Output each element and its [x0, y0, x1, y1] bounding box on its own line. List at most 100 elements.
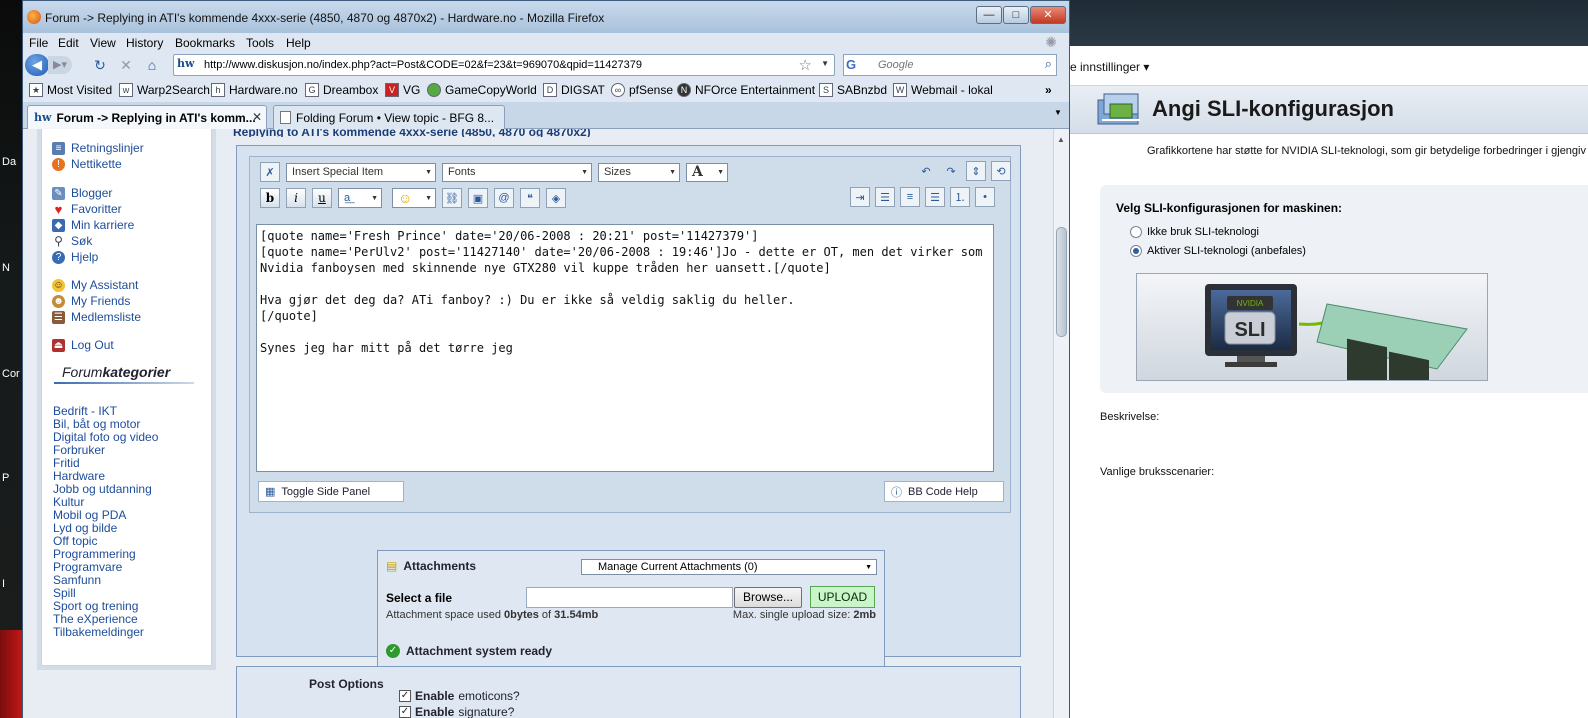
upload-button[interactable]: UPLOAD — [810, 586, 875, 608]
category-link[interactable]: Digital foto og video — [53, 430, 158, 444]
menu-history[interactable]: History — [126, 36, 163, 50]
radio-button[interactable] — [1130, 245, 1142, 257]
stop-icon[interactable]: ✕ — [117, 56, 135, 74]
align-left-icon[interactable]: ☰ — [875, 187, 895, 207]
category-link[interactable]: Sport og trening — [53, 599, 138, 613]
category-link[interactable]: Bedrift - IKT — [53, 404, 117, 418]
back-button[interactable]: ◀ — [25, 54, 49, 76]
minimize-button[interactable]: — — [976, 6, 1002, 24]
category-link[interactable]: The eXperience — [53, 612, 138, 626]
enable-signature-option[interactable]: ✓ Enable signature? — [399, 705, 514, 718]
enable-emoticons-option[interactable]: ✓ Enable emoticons? — [399, 689, 520, 703]
radio-button[interactable] — [1130, 226, 1142, 238]
checkbox[interactable]: ✓ — [399, 706, 411, 718]
menu-file[interactable]: File — [29, 36, 48, 50]
toggle-side-panel-button[interactable]: ▦ Toggle Side Panel — [258, 481, 404, 502]
nvidia-settings-menu[interactable]: e innstillinger ▾ — [1070, 60, 1149, 74]
special-chars-icon[interactable]: ✗ — [260, 162, 280, 182]
tab-forum[interactable]: hw Forum -> Replying in ATI's komm... ✕ — [27, 105, 267, 129]
sidebar-item-sok[interactable]: ⚲ Søk — [52, 234, 92, 248]
search-box[interactable]: G ⌕ — [843, 54, 1057, 76]
search-engine-icon[interactable]: G — [846, 57, 872, 73]
emoticon-select[interactable]: ☺ ▼ — [392, 188, 436, 208]
close-button[interactable]: ✕ — [1030, 6, 1066, 24]
category-link[interactable]: Spill — [53, 586, 76, 600]
tab-close-icon[interactable]: ✕ — [252, 110, 262, 124]
redo-icon[interactable]: ↷ — [941, 161, 961, 181]
category-link[interactable]: Hardware — [53, 469, 105, 483]
sli-option-enable[interactable]: Aktiver SLI-teknologi (anbefales) — [1130, 245, 1306, 257]
category-link[interactable]: Fritid — [53, 456, 80, 470]
home-icon[interactable]: ⌂ — [143, 56, 161, 74]
category-link[interactable]: Jobb og utdanning — [53, 482, 152, 496]
desktop-icon-label[interactable]: I — [2, 578, 5, 590]
bookmark-dreambox[interactable]: G Dreambox — [305, 83, 378, 97]
url-bar[interactable]: hw http://www.diskusjon.no/index.php?act… — [173, 54, 835, 76]
menu-help[interactable]: Help — [286, 36, 311, 50]
forward-button[interactable]: ▶▾ — [48, 56, 72, 74]
menu-tools[interactable]: Tools — [246, 36, 274, 50]
desktop-icon-label[interactable]: N — [2, 262, 10, 274]
insert-special-item-select[interactable]: Insert Special Item ▼ — [286, 162, 436, 182]
bookmark-nforce[interactable]: N NFOrce Entertainment — [677, 83, 815, 97]
search-icon[interactable]: ⌕ — [1045, 56, 1052, 72]
insert-email-icon[interactable]: @ — [494, 188, 514, 208]
sidebar-item-my-friends[interactable]: ☻ My Friends — [52, 294, 130, 308]
desktop-icon-label[interactable]: Da — [2, 156, 16, 168]
scroll-up-icon[interactable]: ▲ — [1057, 135, 1065, 144]
align-center-icon[interactable]: ≡ — [900, 187, 920, 207]
italic-button[interactable]: i — [286, 188, 306, 208]
resize-icon[interactable]: ⇕ — [966, 161, 986, 181]
checkbox[interactable]: ✓ — [399, 690, 411, 702]
numbered-list-icon[interactable]: ⒈ — [950, 187, 970, 207]
insert-image-icon[interactable]: ▣ — [468, 188, 488, 208]
bookmark-pfsense[interactable]: ∞ pfSense — [611, 83, 673, 97]
post-textarea[interactable]: [quote name='Fresh Prince' date='20/06-2… — [256, 224, 994, 472]
scroll-thumb[interactable] — [1056, 227, 1067, 337]
indent-icon[interactable]: ⇥ — [850, 187, 870, 207]
bold-button[interactable]: b — [260, 188, 280, 208]
file-path-input[interactable] — [526, 587, 733, 608]
maximize-button[interactable]: □ — [1003, 6, 1029, 24]
category-link[interactable]: Forbruker — [53, 443, 105, 457]
menu-bookmarks[interactable]: Bookmarks — [175, 36, 235, 50]
category-link[interactable]: Bil, båt og motor — [53, 417, 140, 431]
category-link[interactable]: Lyd og bilde — [53, 521, 117, 535]
menu-edit[interactable]: Edit — [58, 36, 79, 50]
fonts-select[interactable]: Fonts ▼ — [442, 162, 592, 182]
page-scrollbar[interactable]: ▲ — [1053, 129, 1069, 718]
font-color-select[interactable]: A ▼ — [686, 162, 728, 182]
sidebar-item-blogger[interactable]: ✎ Blogger — [52, 186, 112, 200]
sidebar-item-retningslinjer[interactable]: ≡ Retningslinjer — [52, 141, 144, 155]
search-input[interactable] — [878, 59, 1018, 71]
sidebar-item-favoritter[interactable]: ♥ Favoritter — [52, 202, 122, 216]
bb-code-help-button[interactable]: ⓘ BB Code Help — [884, 481, 1004, 502]
tab-folding-forum[interactable]: Folding Forum • View topic - BFG 8... — [273, 105, 505, 129]
insert-code-icon[interactable]: ◈ — [546, 188, 566, 208]
bookmark-webmail[interactable]: W Webmail - lokal — [893, 83, 993, 97]
sidebar-item-min-karriere[interactable]: ◆ Min karriere — [52, 218, 134, 232]
underline-button[interactable]: u — [312, 188, 332, 208]
bookmark-warp2search[interactable]: w Warp2Search — [119, 83, 210, 97]
text-effects-select[interactable]: a͟ ▼ — [338, 188, 382, 208]
undo-icon[interactable]: ↶ — [916, 161, 936, 181]
sidebar-item-nettikette[interactable]: ! Nettikette — [52, 157, 122, 171]
align-right-icon[interactable]: ☰ — [925, 187, 945, 207]
sidebar-item-medlemsliste[interactable]: ☰ Medlemsliste — [52, 310, 141, 324]
bookmark-star-icon[interactable]: ☆ — [799, 56, 812, 74]
category-link[interactable]: Off topic — [53, 534, 97, 548]
bookmark-vg[interactable]: V VG — [385, 83, 420, 97]
url-text[interactable]: http://www.diskusjon.no/index.php?act=Po… — [204, 59, 642, 71]
category-link[interactable]: Programvare — [53, 560, 122, 574]
category-link[interactable]: Kultur — [53, 495, 84, 509]
bookmark-gamecopyworld[interactable]: GameCopyWorld — [427, 83, 537, 97]
sli-option-disable[interactable]: Ikke bruk SLI-teknologi — [1130, 226, 1259, 238]
browse-button[interactable]: Browse... — [734, 587, 802, 608]
menu-view[interactable]: View — [90, 36, 116, 50]
bookmarks-overflow-button[interactable]: » — [1045, 83, 1052, 97]
bullet-list-icon[interactable]: • — [975, 187, 995, 207]
sidebar-item-hjelp[interactable]: ? Hjelp — [52, 250, 98, 264]
sidebar-item-my-assistant[interactable]: ☺ My Assistant — [52, 278, 138, 292]
bookmark-hardware[interactable]: h Hardware.no — [211, 83, 298, 97]
switch-editor-icon[interactable]: ⟲ — [991, 161, 1011, 181]
